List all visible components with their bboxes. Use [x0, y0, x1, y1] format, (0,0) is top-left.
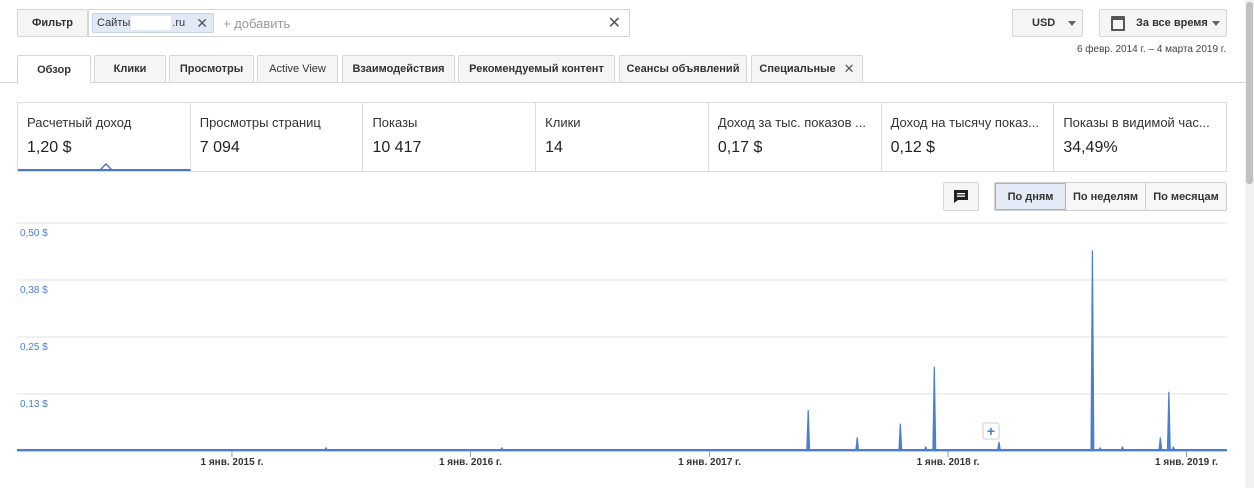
- y-tick-label: 0,38 $: [20, 285, 48, 296]
- y-tick-label: 0,25 $: [20, 342, 48, 353]
- chart-grid: [17, 222, 1227, 452]
- metric-rpm-page[interactable]: Доход на тысячу показ... 0,12 $: [882, 103, 1055, 171]
- data-point-spike: [1120, 446, 1125, 451]
- tab-label: Просмотры: [179, 63, 244, 75]
- tab-recommended-content[interactable]: Рекомендуемый контент: [458, 55, 615, 83]
- annotation-button[interactable]: [943, 182, 979, 211]
- period-value: За все время: [1136, 17, 1208, 29]
- metric-page-views[interactable]: Просмотры страниц 7 094: [191, 103, 364, 171]
- tab-label: Обзор: [37, 63, 71, 76]
- clear-filter-icon[interactable]: ✕: [608, 13, 621, 33]
- data-point-spike: [932, 366, 937, 451]
- tab-active-view[interactable]: Active View: [257, 55, 338, 83]
- metric-value: 10 417: [372, 139, 422, 156]
- calendar-icon: [1111, 16, 1125, 31]
- data-point-spike: [1158, 437, 1163, 451]
- selected-pointer-icon: [100, 163, 112, 169]
- tab-label: Рекомендуемый контент: [469, 63, 604, 75]
- granularity-label: По месяцам: [1153, 190, 1219, 203]
- data-point-spike: [1166, 391, 1171, 451]
- y-tick-label: 0,13 $: [20, 399, 48, 410]
- metric-clicks[interactable]: Клики 14: [536, 103, 709, 171]
- metric-name: Расчетный доход: [27, 115, 132, 130]
- metric-value: 0,12 $: [890, 139, 936, 156]
- x-tick-label: 1 янв. 2016 г.: [439, 457, 502, 468]
- tab-clicks[interactable]: Клики: [94, 55, 166, 83]
- metric-value: 7 094: [199, 139, 240, 156]
- y-tick-label: 0,50 $: [20, 228, 48, 239]
- currency-select[interactable]: USD: [1012, 9, 1083, 37]
- metric-name: Клики: [545, 115, 581, 130]
- scrollbar-thumb[interactable]: [1246, 2, 1253, 184]
- chip-close-icon[interactable]: ✕: [196, 15, 208, 32]
- chip-suffix: .ru: [172, 17, 186, 29]
- currency-value: USD: [1032, 17, 1056, 29]
- tab-label: Active View: [269, 63, 326, 75]
- granularity-toggle: По дням По неделям По месяцам: [994, 182, 1227, 211]
- metric-name: Показы: [372, 115, 418, 130]
- tab-label: Специальные: [759, 63, 836, 75]
- plus-icon: +: [987, 423, 995, 439]
- metric-viewability[interactable]: Показы в видимой час... 34,49%: [1054, 103, 1226, 171]
- revenue-chart: 0,13 $0,25 $0,38 $0,50 $ 1 янв. 2015 г. 1…: [17, 222, 1227, 468]
- site-filter-chip[interactable]: Сайты .ru ✕: [92, 13, 214, 33]
- tab-label: Клики: [113, 63, 147, 75]
- chevron-down-icon: [1212, 21, 1220, 26]
- x-tick-label: 1 янв. 2018 г.: [917, 457, 980, 468]
- add-filter-text[interactable]: + добавить: [223, 16, 290, 31]
- data-point-spike: [806, 409, 811, 451]
- tab-custom[interactable]: Специальные ✕: [751, 55, 863, 83]
- tab-interactions[interactable]: Взаимодействия: [342, 55, 455, 83]
- comment-icon: [954, 190, 968, 203]
- metric-value: 0,17 $: [717, 139, 763, 156]
- filter-button[interactable]: Фильтр: [17, 9, 88, 37]
- granularity-label: По дням: [1007, 190, 1054, 203]
- tab-close-icon[interactable]: ✕: [844, 61, 855, 77]
- date-range-text: 6 февр. 2014 г. – 4 марта 2019 г.: [1076, 44, 1226, 55]
- metric-estimated-revenue[interactable]: Расчетный доход 1,20 $: [18, 103, 191, 171]
- tab-views[interactable]: Просмотры: [169, 55, 254, 83]
- metric-name: Доход на тысячу показ...: [890, 115, 1039, 130]
- page-scrollbar[interactable]: [1245, 0, 1254, 488]
- tab-overview[interactable]: Обзор: [17, 55, 91, 84]
- tab-label: Сеансы объявлений: [626, 63, 740, 75]
- metric-name: Просмотры страниц: [199, 115, 321, 130]
- filter-input[interactable]: Сайты .ru ✕ + добавить ✕: [88, 9, 630, 37]
- granularity-week-button[interactable]: По неделям: [1066, 183, 1146, 210]
- granularity-month-button[interactable]: По месяцам: [1146, 183, 1226, 210]
- x-axis: 1 янв. 2015 г. 1 янв. 2016 г. 1 янв. 2017 …: [201, 451, 1218, 468]
- x-tick-label: 1 янв. 2019 г.: [1155, 457, 1218, 468]
- metric-rpm-impressions[interactable]: Доход за тыс. показов ... 0,17 $: [709, 103, 882, 171]
- metric-name: Доход за тыс. показов ...: [717, 115, 866, 130]
- x-tick-label: 1 янв. 2017 г.: [678, 457, 741, 468]
- period-select[interactable]: За все время: [1099, 9, 1227, 37]
- data-point-spike: [1171, 446, 1176, 451]
- filter-button-label: Фильтр: [31, 17, 74, 29]
- chip-prefix: Сайты: [97, 17, 131, 29]
- data-point-spike: [855, 437, 860, 451]
- granularity-day-button[interactable]: По дням: [995, 183, 1066, 210]
- metric-value: 34,49%: [1063, 139, 1118, 156]
- metric-value: 14: [545, 139, 563, 156]
- redacted-site-name: [131, 16, 172, 30]
- data-point-spike: [996, 441, 1001, 451]
- tab-label: Взаимодействия: [352, 63, 445, 75]
- granularity-label: По неделям: [1072, 190, 1139, 203]
- data-point-spike: [898, 423, 903, 451]
- y-axis-labels: 0,13 $ 0,25 $ 0,38 $ 0,50 $: [20, 228, 48, 410]
- add-annotation-marker[interactable]: +: [982, 422, 1000, 440]
- data-point-spike: [923, 446, 928, 451]
- metric-impressions[interactable]: Показы 10 417: [363, 103, 537, 171]
- tab-ad-sessions[interactable]: Сеансы объявлений: [619, 55, 747, 83]
- x-tick-label: 1 янв. 2015 г.: [201, 457, 264, 468]
- metric-name: Показы в видимой час...: [1063, 115, 1210, 130]
- metric-value: 1,20 $: [27, 139, 72, 156]
- metrics-row: Расчетный доход 1,20 $ Просмотры страниц…: [17, 102, 1227, 172]
- chevron-down-icon: [1068, 21, 1076, 26]
